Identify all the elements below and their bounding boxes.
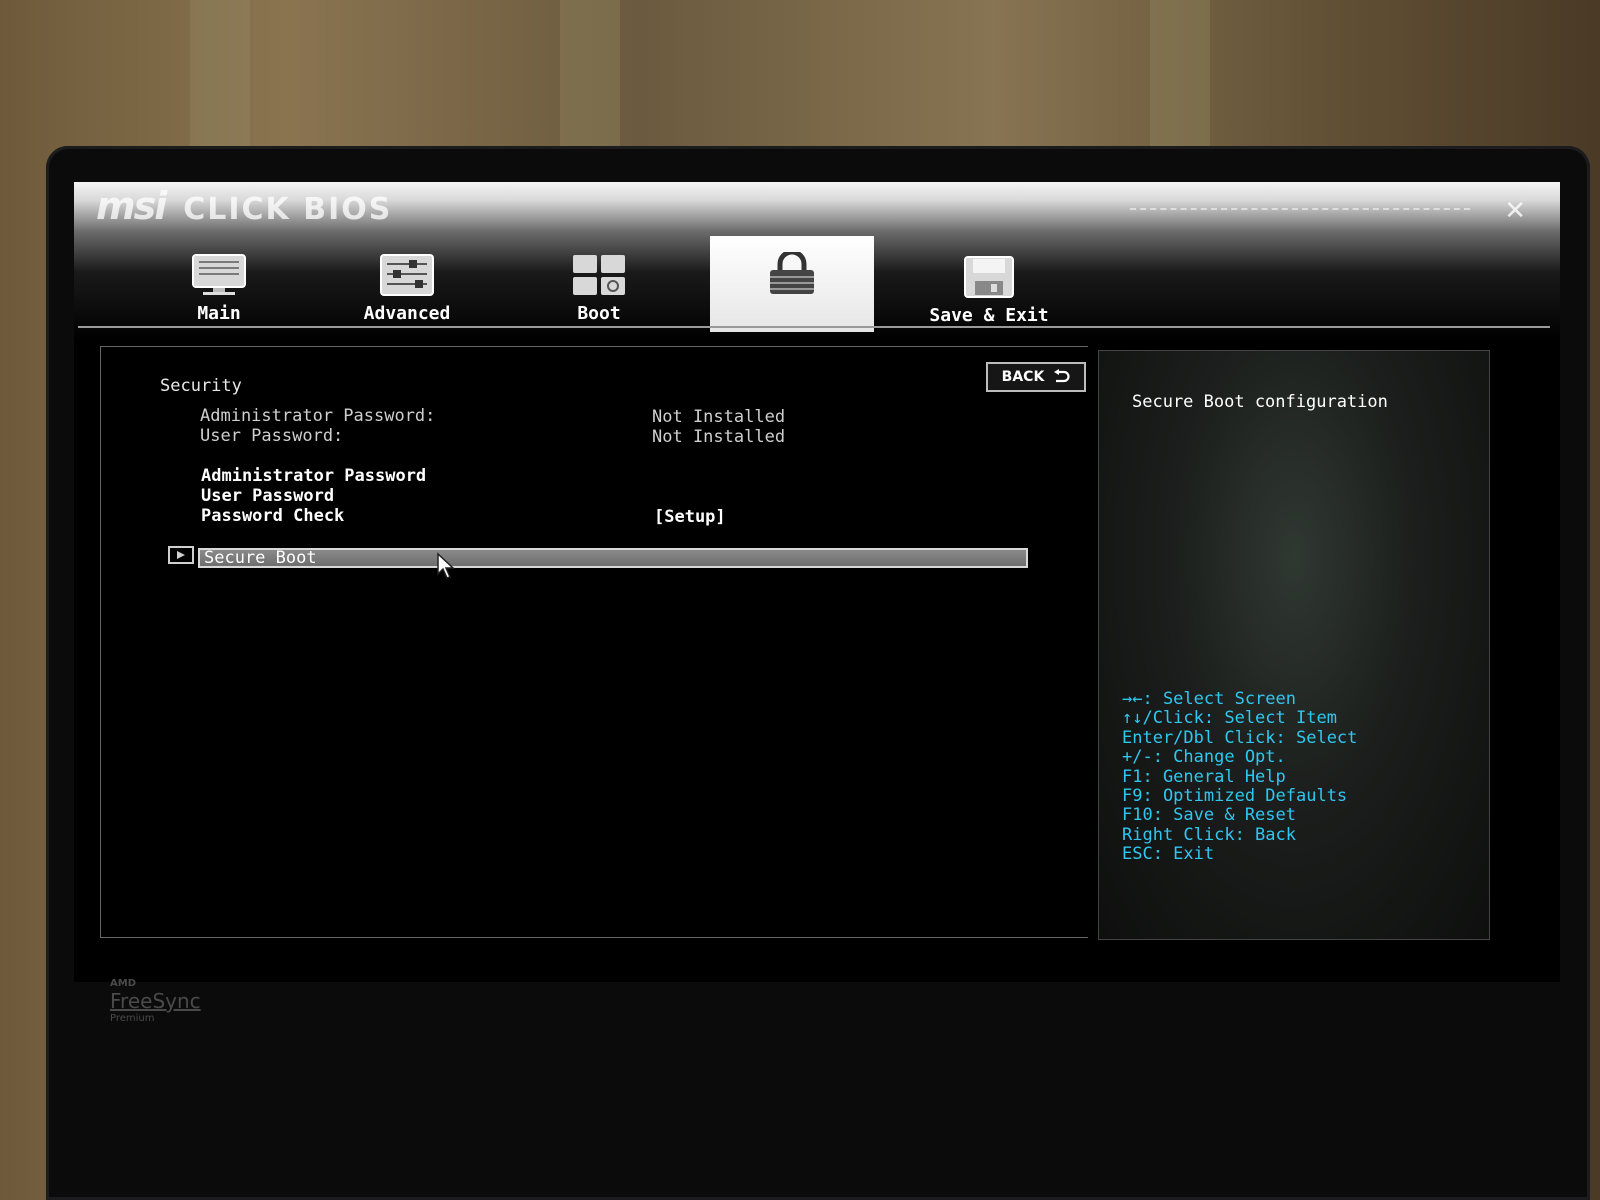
- wallpaper: [560, 0, 620, 160]
- user-password-status-label: User Password:: [200, 426, 344, 446]
- bios-screen: msi CLICK BIOS ✕ Main Advanced Boot Save…: [74, 182, 1560, 982]
- bios-header: msi CLICK BIOS ✕ Main Advanced Boot Save…: [74, 182, 1560, 342]
- secure-boot-label: Secure Boot: [204, 548, 317, 568]
- tab-advanced[interactable]: Advanced: [342, 234, 472, 330]
- monitor-icon: [192, 254, 246, 295]
- key-hint: +/-: Change Opt.: [1122, 747, 1286, 768]
- floppy-icon: [964, 256, 1014, 298]
- tab-security[interactable]: [710, 236, 874, 332]
- key-legend: →←: Select Screen ↑↓/Click: Select Item …: [1122, 689, 1358, 865]
- tab-label: Save & Exit: [929, 305, 1049, 326]
- brand-name: CLICK BIOS: [183, 192, 393, 227]
- admin-password-status-label: Administrator Password:: [200, 406, 436, 426]
- boot-icon: [573, 255, 625, 295]
- password-check-item[interactable]: Password Check: [201, 506, 344, 526]
- freesync-premium: Premium: [110, 1013, 155, 1024]
- tab-divider: [78, 326, 1550, 328]
- admin-password-status-value: Not Installed: [652, 407, 786, 427]
- secure-boot-item[interactable]: Secure Boot: [198, 548, 1028, 568]
- back-button[interactable]: BACK: [986, 362, 1086, 392]
- freesync-logo: FreeSync: [110, 989, 201, 1013]
- tab-bar: Main Advanced Boot Save & Exit: [74, 234, 1560, 332]
- password-check-value[interactable]: [Setup]: [654, 507, 726, 527]
- back-label: BACK: [1001, 369, 1045, 385]
- key-hint: Enter/Dbl Click: Select: [1122, 727, 1358, 748]
- mouse-cursor-icon: [437, 552, 455, 579]
- brand: msi CLICK BIOS: [96, 184, 393, 228]
- lock-icon: [770, 252, 814, 294]
- key-hint: F9: Optimized Defaults: [1122, 786, 1348, 807]
- msi-logo: msi: [96, 184, 167, 228]
- key-hint: Right Click: Back: [1122, 824, 1296, 845]
- user-password-status-value: Not Installed: [652, 427, 786, 447]
- key-hint: F10: Save & Reset: [1122, 805, 1296, 826]
- admin-password-item[interactable]: Administrator Password: [201, 466, 426, 486]
- tab-main[interactable]: Main: [164, 234, 274, 330]
- help-description: Secure Boot configuration: [1132, 392, 1388, 412]
- tab-label: Advanced: [363, 303, 451, 324]
- wallpaper: [190, 0, 250, 160]
- freesync-badge: AMD FreeSync Premium: [110, 978, 201, 1024]
- tab-label: Boot: [577, 303, 621, 324]
- submenu-arrow-icon: [168, 546, 194, 564]
- sliders-icon: [380, 254, 434, 296]
- key-hint: →←: Select Screen: [1122, 689, 1296, 709]
- section-title: Security: [160, 376, 242, 396]
- tab-boot[interactable]: Boot: [544, 234, 654, 330]
- amd-logo: AMD: [110, 978, 136, 989]
- user-password-item[interactable]: User Password: [201, 486, 334, 506]
- circuit-decoration: [1130, 208, 1470, 230]
- key-hint: ESC: Exit: [1122, 844, 1215, 865]
- tab-label: Main: [197, 303, 241, 324]
- tab-save-exit[interactable]: Save & Exit: [914, 236, 1064, 332]
- key-hint: ↑↓/Click: Select Item: [1122, 708, 1337, 729]
- wallpaper: [1150, 0, 1210, 160]
- key-hint: F1: General Help: [1122, 766, 1286, 787]
- back-arrow-icon: [1054, 369, 1070, 383]
- close-icon[interactable]: ✕: [1504, 196, 1526, 226]
